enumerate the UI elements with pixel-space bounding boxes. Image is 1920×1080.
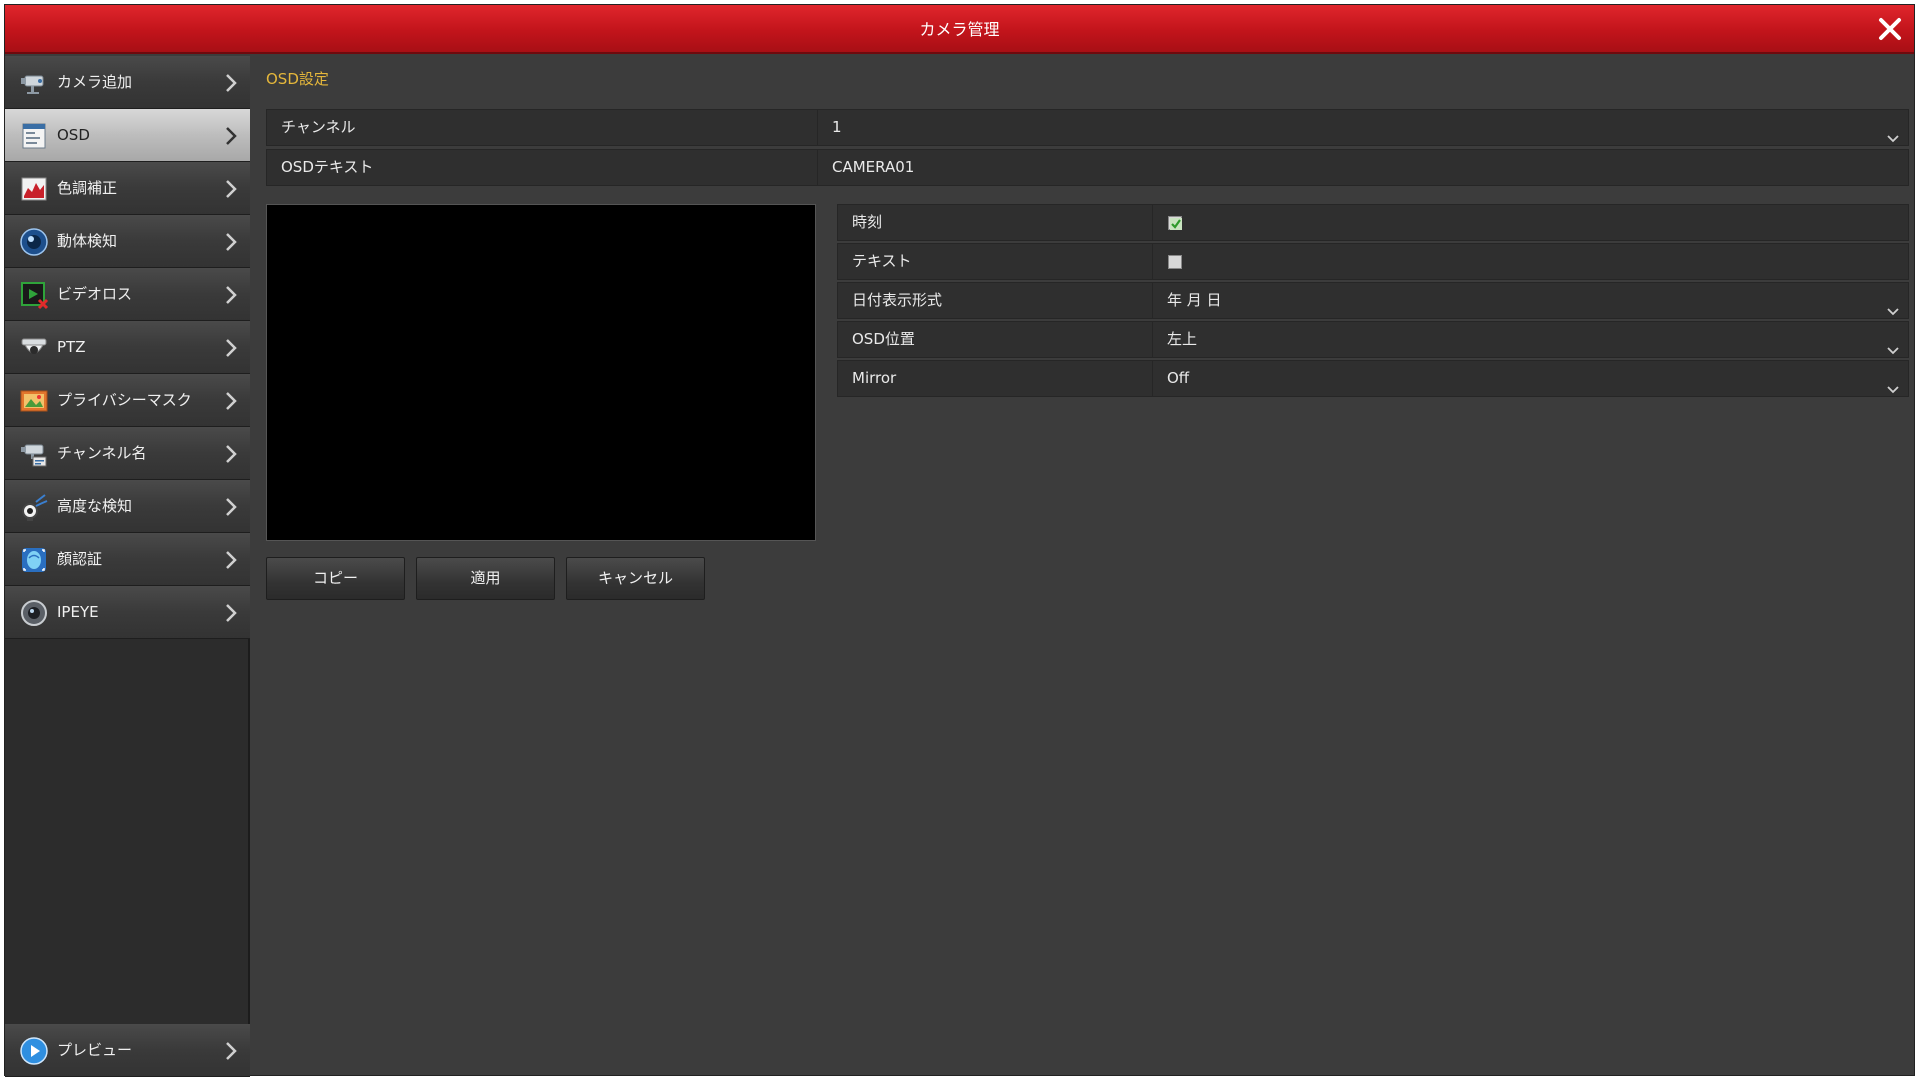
osd-text-row: OSDテキスト CAMERA01	[266, 149, 1909, 186]
chevron-down-icon	[1886, 295, 1900, 316]
osd-position-label: OSD位置	[838, 322, 1153, 357]
chevron-right-icon	[224, 603, 238, 623]
sidebar-item-label: チャンネル名	[57, 444, 147, 462]
sidebar-item-channel-name[interactable]: チャンネル名	[5, 427, 250, 480]
sidebar-item-ptz[interactable]: PTZ	[5, 321, 250, 374]
video-loss-icon	[19, 280, 49, 310]
copy-button[interactable]: コピー	[266, 557, 405, 600]
sidebar-item-label: プレビュー	[57, 1041, 133, 1059]
sidebar-item-label: プライバシーマスク	[57, 391, 192, 409]
osd-text-field[interactable]: CAMERA01	[818, 150, 1908, 185]
sidebar-item-osd[interactable]: OSD	[5, 109, 250, 162]
advanced-detect-icon	[19, 492, 49, 522]
mirror-value: Off	[1167, 369, 1190, 387]
time-row: 時刻	[837, 204, 1909, 241]
date-format-row: 日付表示形式 年 月 日	[837, 282, 1909, 319]
sidebar-item-label: ビデオロス	[57, 285, 133, 303]
sidebar-item-advanced-detect[interactable]: 高度な検知	[5, 480, 250, 533]
chevron-right-icon	[224, 126, 238, 146]
sidebar-item-label: 顔認証	[57, 550, 103, 568]
camera-add-icon	[19, 68, 49, 98]
sidebar-item-label: PTZ	[57, 338, 86, 356]
time-label: 時刻	[838, 205, 1153, 240]
apply-button[interactable]: 適用	[416, 557, 555, 600]
sidebar-item-label: IPEYE	[57, 603, 99, 621]
channel-label: チャンネル	[267, 110, 818, 145]
chevron-right-icon	[224, 232, 238, 252]
chevron-right-icon	[224, 497, 238, 517]
window-title: カメラ管理	[919, 20, 1000, 39]
chevron-down-icon	[1886, 334, 1900, 355]
camera-preview	[266, 204, 816, 541]
osd-text-label: OSDテキスト	[267, 150, 818, 185]
ipeye-icon	[19, 598, 49, 628]
text-row: テキスト	[837, 243, 1909, 280]
chevron-right-icon	[224, 444, 238, 464]
mirror-label: Mirror	[838, 361, 1153, 396]
time-checkbox[interactable]	[1168, 216, 1182, 230]
sidebar-item-camera-add[interactable]: カメラ追加	[5, 56, 250, 109]
chevron-right-icon	[224, 338, 238, 358]
chevron-down-icon	[1886, 373, 1900, 394]
date-format-label: 日付表示形式	[838, 283, 1153, 318]
main-panel: OSD設定 チャンネル 1 OSDテキスト CAMERA01 時刻 テキスト 日…	[252, 56, 1914, 1075]
chevron-right-icon	[224, 285, 238, 305]
osd-icon	[19, 121, 49, 151]
mirror-row: Mirror Off	[837, 360, 1909, 397]
face-recognition-icon	[19, 545, 49, 575]
play-icon	[19, 1036, 49, 1066]
sidebar-item-motion-detect[interactable]: 動体検知	[5, 215, 250, 268]
sidebar-item-face-recognition[interactable]: 顔認証	[5, 533, 250, 586]
section-title: OSD設定	[266, 70, 329, 88]
chevron-right-icon	[224, 550, 238, 570]
color-adjust-icon	[19, 174, 49, 204]
sidebar-item-label: 高度な検知	[57, 497, 133, 515]
camera-management-window: カメラ管理 カメラ追加 OSD 色調補正 動体検知 ビデオロス PTZ プライバ…	[4, 4, 1915, 1077]
sidebar-item-preview[interactable]: プレビュー	[5, 1024, 250, 1077]
sidebar-item-label: 色調補正	[57, 179, 118, 197]
osd-position-row: OSD位置 左上	[837, 321, 1909, 358]
sidebar-item-privacy-mask[interactable]: プライバシーマスク	[5, 374, 250, 427]
sidebar-item-video-loss[interactable]: ビデオロス	[5, 268, 250, 321]
chevron-right-icon	[224, 73, 238, 93]
sidebar-item-ipeye[interactable]: IPEYE	[5, 586, 250, 639]
osd-position-select[interactable]: 左上	[1153, 322, 1908, 357]
text-label: テキスト	[838, 244, 1153, 279]
motion-detect-icon	[19, 227, 49, 257]
chevron-down-icon	[1886, 122, 1900, 143]
cancel-button[interactable]: キャンセル	[566, 557, 705, 600]
sidebar-item-label: カメラ追加	[57, 73, 133, 91]
sidebar-item-color-adjust[interactable]: 色調補正	[5, 162, 250, 215]
channel-row: チャンネル 1	[266, 109, 1909, 146]
date-format-value: 年 月 日	[1167, 291, 1222, 309]
close-icon[interactable]	[1874, 13, 1906, 45]
osd-position-value: 左上	[1167, 330, 1198, 348]
channel-select[interactable]: 1	[818, 110, 1908, 145]
chevron-right-icon	[224, 391, 238, 411]
date-format-select[interactable]: 年 月 日	[1153, 283, 1908, 318]
chevron-right-icon	[224, 1041, 238, 1061]
channel-value: 1	[832, 118, 842, 136]
text-checkbox[interactable]	[1168, 255, 1182, 269]
chevron-right-icon	[224, 179, 238, 199]
title-bar: カメラ管理	[5, 5, 1914, 54]
sidebar-item-label: 動体検知	[57, 232, 118, 250]
channel-name-icon	[19, 439, 49, 469]
sidebar-item-label: OSD	[57, 126, 90, 144]
privacy-mask-icon	[19, 386, 49, 416]
sidebar: カメラ追加 OSD 色調補正 動体検知 ビデオロス PTZ プライバシーマスク …	[5, 56, 250, 1077]
ptz-icon	[19, 333, 49, 363]
mirror-select[interactable]: Off	[1153, 361, 1908, 396]
